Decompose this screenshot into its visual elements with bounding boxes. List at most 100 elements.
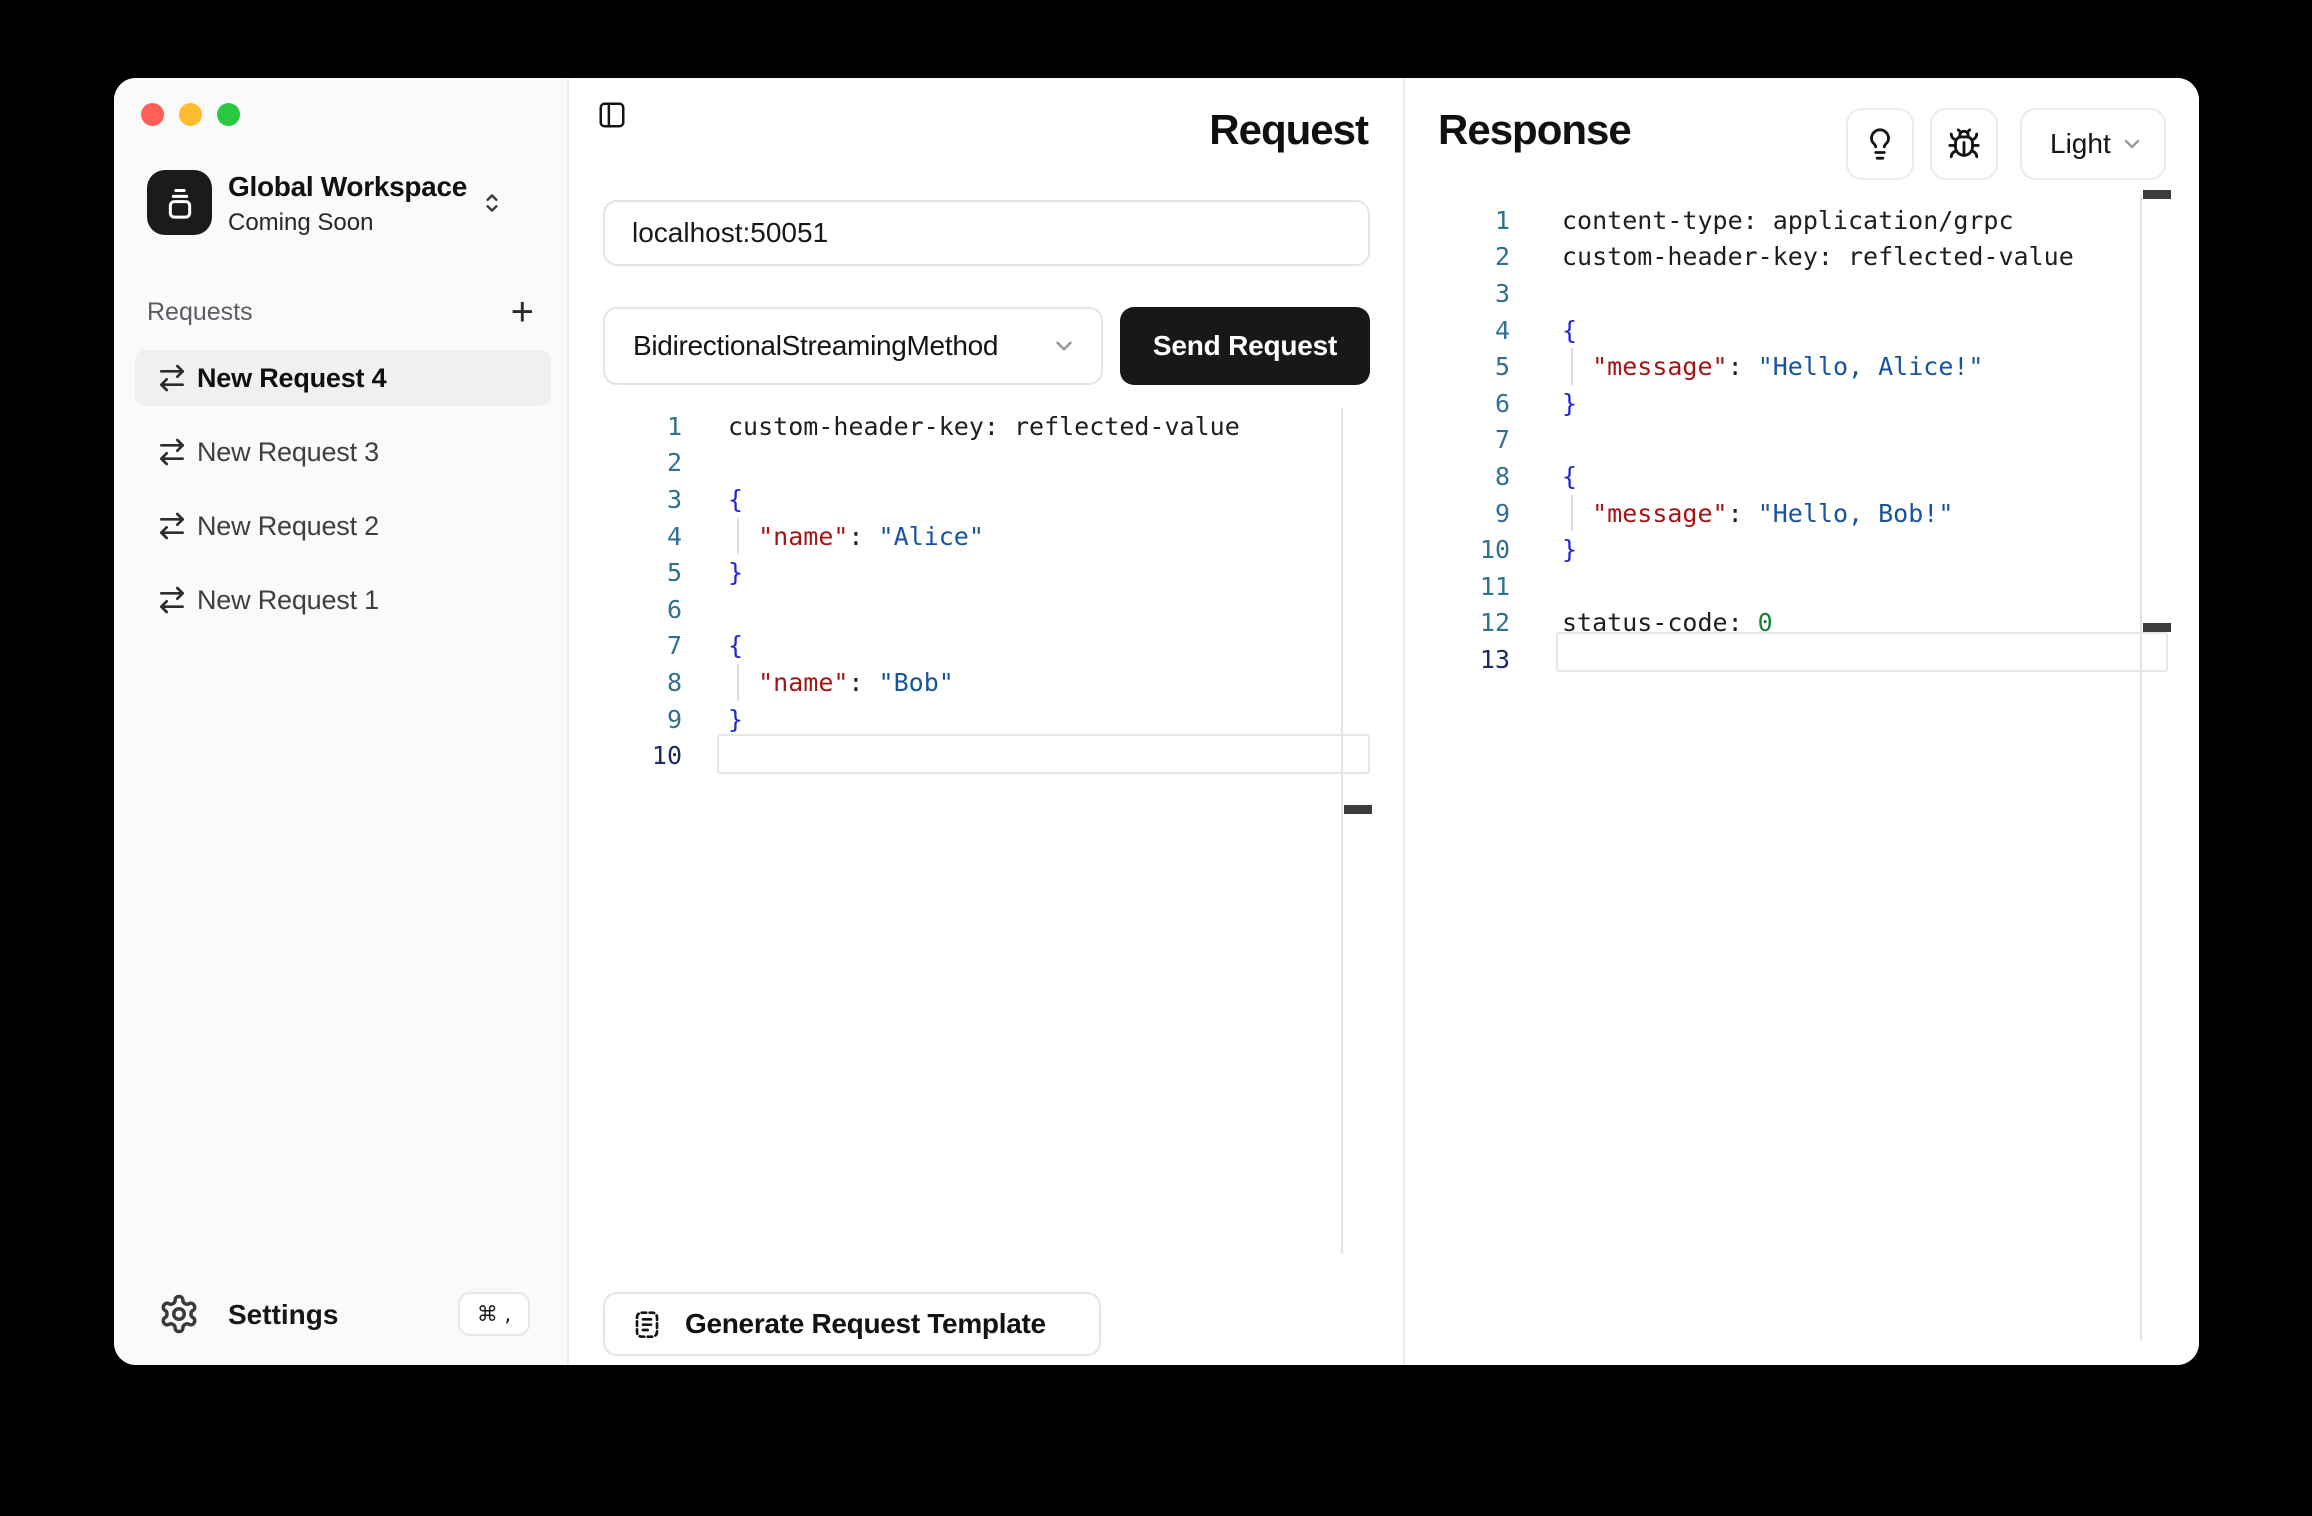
code-line: 4 "name": "Alice" <box>569 518 1403 555</box>
code-line: 7 <box>1405 422 2199 459</box>
code-line: 3{ <box>569 481 1403 518</box>
code-text: } <box>682 705 743 734</box>
minimize-window-button[interactable] <box>179 103 202 126</box>
settings-shortcut-badge: ⌘ , <box>458 1292 530 1336</box>
line-number: 9 <box>569 705 682 734</box>
code-text: } <box>1510 389 1577 418</box>
workspace-text: Global Workspace Coming Soon <box>228 171 467 237</box>
code-line: 9 "message": "Hello, Bob!" <box>1405 495 2199 532</box>
line-number: 3 <box>1405 279 1510 308</box>
template-icon <box>631 1308 663 1340</box>
code-text: "name": "Bob" <box>682 668 954 697</box>
code-line: 3 <box>1405 275 2199 312</box>
send-request-button[interactable]: Send Request <box>1120 307 1370 385</box>
sidebar: Global Workspace Coming Soon Requests + … <box>114 78 569 1365</box>
close-window-button[interactable] <box>141 103 164 126</box>
request-item-label: New Request 1 <box>197 585 379 616</box>
zoom-window-button[interactable] <box>217 103 240 126</box>
code-line: 10} <box>1405 531 2199 568</box>
server-url-input[interactable]: localhost:50051 <box>603 200 1370 266</box>
sidebar-request-item[interactable]: New Request 4 <box>135 350 551 406</box>
theme-value: Light <box>2050 128 2111 160</box>
add-request-button[interactable]: + <box>511 292 534 332</box>
swap-arrows-icon <box>156 436 188 468</box>
code-line: 2custom-header-key: reflected-value <box>1405 239 2199 276</box>
theme-select[interactable]: Light <box>2020 108 2166 180</box>
code-text: { <box>1510 462 1577 491</box>
settings-label: Settings <box>228 1299 338 1331</box>
line-number: 4 <box>1405 316 1510 345</box>
send-request-label: Send Request <box>1153 330 1337 362</box>
sidebar-request-item[interactable]: New Request 3 <box>135 424 551 480</box>
code-line: 7{ <box>569 628 1403 665</box>
response-editor-scrollbar-thumb[interactable] <box>2143 190 2171 199</box>
requests-label: Requests <box>147 298 253 326</box>
line-number: 10 <box>569 741 682 770</box>
generate-template-button[interactable]: Generate Request Template <box>603 1292 1101 1356</box>
code-text: { <box>1510 316 1577 345</box>
sidebar-request-item[interactable]: New Request 2 <box>135 498 551 554</box>
code-text: { <box>682 631 743 660</box>
code-line: 1custom-header-key: reflected-value <box>569 408 1403 445</box>
hint-button[interactable] <box>1846 108 1914 180</box>
method-value: BidirectionalStreamingMethod <box>633 330 998 362</box>
code-line: 6 <box>569 591 1403 628</box>
generate-template-label: Generate Request Template <box>685 1308 1046 1340</box>
line-number: 2 <box>569 448 682 477</box>
code-text: "message": "Hello, Alice!" <box>1510 352 1983 381</box>
indent-guide <box>1571 348 1573 385</box>
request-panel: Request localhost:50051 BidirectionalStr… <box>569 78 1405 1365</box>
line-number: 2 <box>1405 242 1510 271</box>
response-editor[interactable]: 1content-type: application/grpc2custom-h… <box>1405 202 2199 678</box>
code-text: "name": "Alice" <box>682 522 984 551</box>
code-line: 11 <box>1405 568 2199 605</box>
request-editor[interactable]: 1custom-header-key: reflected-value23{4 … <box>569 408 1403 774</box>
code-text: content-type: application/grpc <box>1510 206 2014 235</box>
code-text: custom-header-key: reflected-value <box>1510 242 2074 271</box>
response-editor-scrollbar-thumb[interactable] <box>2143 623 2171 632</box>
line-number: 11 <box>1405 572 1510 601</box>
request-item-label: New Request 2 <box>197 511 379 542</box>
code-line: 10 <box>569 737 1403 774</box>
code-line: 9} <box>569 701 1403 738</box>
code-line: 12status-code: 0 <box>1405 605 2199 642</box>
chevron-down-icon <box>1051 333 1077 359</box>
line-number: 6 <box>1405 389 1510 418</box>
server-url-value: localhost:50051 <box>632 217 828 249</box>
request-item-label: New Request 3 <box>197 437 379 468</box>
line-number: 7 <box>569 631 682 660</box>
sidebar-toggle-icon[interactable] <box>597 100 627 130</box>
indent-guide <box>737 664 739 701</box>
line-number: 1 <box>1405 206 1510 235</box>
debug-button[interactable] <box>1930 108 1998 180</box>
desktop-background: Global Workspace Coming Soon Requests + … <box>0 0 2312 1516</box>
line-number: 6 <box>569 595 682 624</box>
swap-arrows-icon <box>156 510 188 542</box>
code-text: status-code: 0 <box>1510 608 1773 637</box>
line-number: 5 <box>1405 352 1510 381</box>
indent-guide <box>737 518 739 555</box>
code-text: custom-header-key: reflected-value <box>682 412 1240 441</box>
line-number: 1 <box>569 412 682 441</box>
swap-arrows-icon <box>156 584 188 616</box>
sidebar-request-item[interactable]: New Request 1 <box>135 572 551 628</box>
code-text: } <box>1510 535 1577 564</box>
request-editor-scrollbar-thumb[interactable] <box>1344 805 1372 814</box>
lightbulb-icon <box>1863 127 1897 161</box>
workspace-icon <box>147 170 212 235</box>
request-title: Request <box>1209 106 1368 154</box>
code-line: 1content-type: application/grpc <box>1405 202 2199 239</box>
app-window: Global Workspace Coming Soon Requests + … <box>114 78 2199 1365</box>
workspace-subtitle: Coming Soon <box>228 209 467 237</box>
method-select[interactable]: BidirectionalStreamingMethod <box>603 307 1103 385</box>
line-number: 12 <box>1405 608 1510 637</box>
request-editor-scrollbar-track <box>1341 408 1343 1254</box>
line-number: 7 <box>1405 425 1510 454</box>
workspace-switcher[interactable]: Global Workspace Coming Soon <box>147 170 547 236</box>
settings-button[interactable]: Settings ⌘ , <box>114 1286 569 1346</box>
line-number: 13 <box>1405 645 1510 674</box>
code-line: 2 <box>569 445 1403 482</box>
response-panel: Response <box>1405 78 2199 1365</box>
response-editor-scrollbar-track <box>2140 195 2142 1340</box>
workspace-name: Global Workspace <box>228 171 467 203</box>
